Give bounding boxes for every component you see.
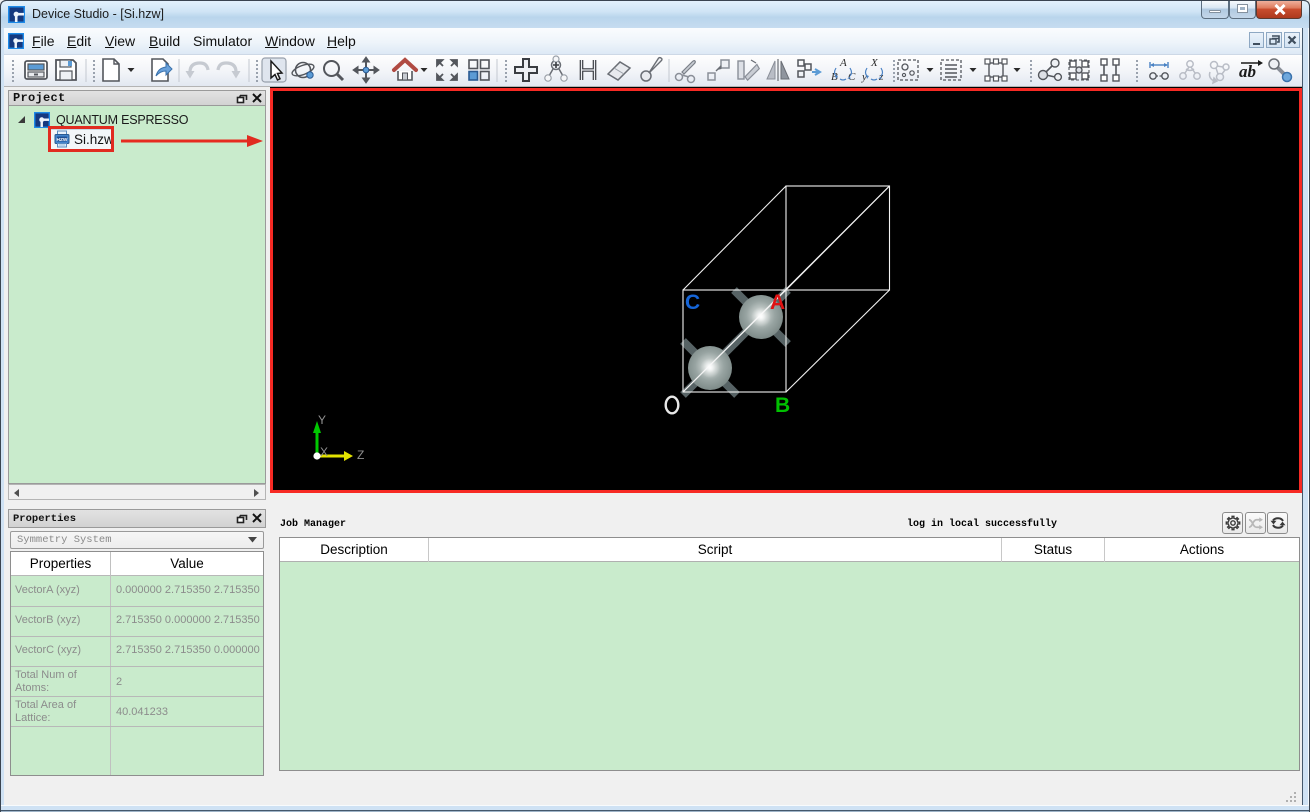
svg-text:B: B [775,394,790,417]
svg-text:X: X [870,57,879,69]
svg-text:C: C [685,291,700,314]
svg-text:A: A [770,291,785,314]
svg-text:Z: Z [357,448,364,462]
svg-text:A: A [839,57,847,69]
svg-text:X: X [320,445,328,459]
svg-text:Y: Y [318,413,326,427]
svg-text:ab: ab [1239,62,1256,81]
